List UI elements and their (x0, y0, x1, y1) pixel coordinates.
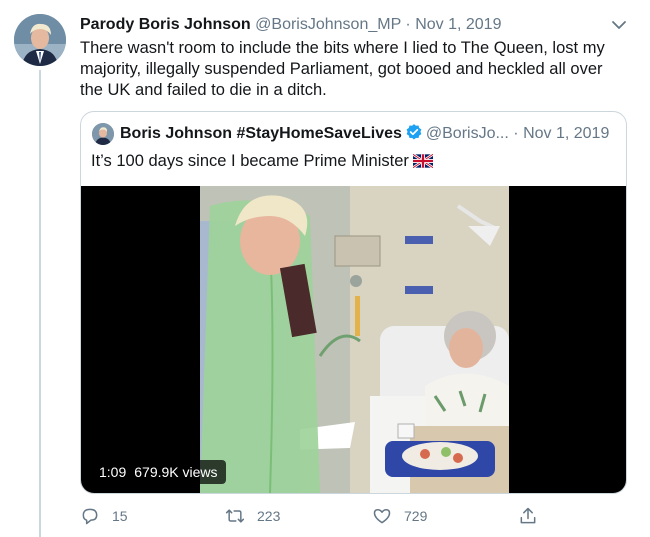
hospital-scene-image (200, 186, 509, 493)
quoted-separator-dot: · (513, 125, 519, 142)
reply-button[interactable]: 15 (80, 504, 128, 528)
retweet-icon (225, 509, 245, 523)
avatar-image (14, 14, 66, 66)
retweet-button[interactable]: 223 (225, 504, 280, 528)
video-stats-badge: 1:09 679.9K views (91, 460, 226, 484)
quoted-tweet-text-line: It’s 100 days since I became Prime Minis… (91, 150, 433, 172)
reply-count: 15 (112, 508, 128, 524)
quoted-tweet-header: Boris Johnson #StayHomeSaveLives @BorisJ… (120, 122, 616, 146)
video-thumbnail (200, 186, 509, 493)
quoted-tweet-text: It’s 100 days since I became Prime Minis… (91, 152, 409, 170)
tweet-text: There wasn't room to include the bits wh… (80, 39, 605, 99)
author-name[interactable]: Parody Boris Johnson (80, 16, 251, 33)
author-handle[interactable]: @BorisJohnson_MP (255, 16, 401, 33)
verified-badge-icon (406, 124, 422, 140)
quoted-author-avatar[interactable] (92, 123, 114, 145)
like-button[interactable]: 729 (372, 504, 427, 528)
quoted-author-name[interactable]: Boris Johnson #StayHomeSaveLives (120, 125, 402, 142)
reply-icon (82, 508, 98, 525)
quoted-avatar-image (92, 123, 114, 145)
retweet-count: 223 (257, 508, 281, 524)
quoted-author-handle[interactable]: @BorisJo... (426, 125, 509, 142)
tweet-date[interactable]: Nov 1, 2019 (415, 16, 501, 33)
video-views: 679.9K views (134, 464, 218, 480)
more-options-button[interactable] (610, 16, 628, 34)
video-player[interactable]: 1:09 679.9K views (81, 186, 626, 493)
chevron-down-icon (612, 21, 626, 29)
tweet-actions-bar: 15 223 729 (80, 504, 550, 528)
uk-flag-icon (412, 154, 433, 168)
author-avatar[interactable] (14, 14, 66, 66)
quoted-tweet-date[interactable]: Nov 1, 2019 (523, 125, 609, 142)
share-icon (520, 507, 536, 524)
thread-line (39, 70, 41, 537)
separator-dot: · (405, 16, 411, 33)
like-count: 729 (404, 508, 428, 524)
quoted-tweet-card[interactable]: Boris Johnson #StayHomeSaveLives @BorisJ… (80, 111, 627, 494)
video-duration: 1:09 (99, 464, 127, 480)
share-button[interactable] (518, 504, 550, 528)
heart-icon (373, 509, 391, 524)
tweet-header: Parody Boris Johnson @BorisJohnson_MP · … (80, 14, 630, 36)
